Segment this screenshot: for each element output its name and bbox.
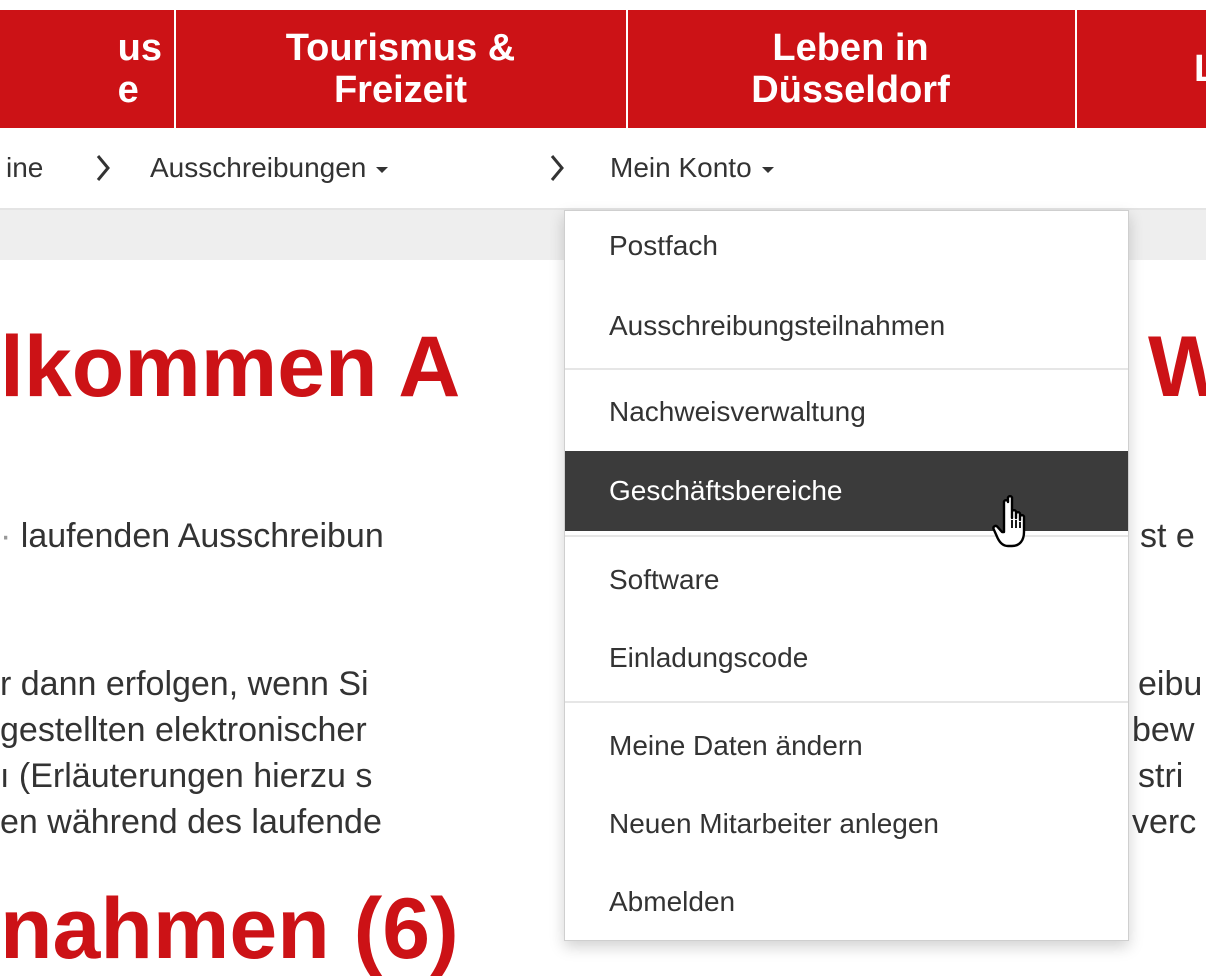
body-right-4: verc (1132, 803, 1197, 841)
chevron-right-icon (550, 155, 564, 181)
intro-text-right: st e (1140, 517, 1195, 555)
body-line-1: r dann erfolgen, wenn Si (0, 665, 369, 703)
nav-item-tourismus-freizeit[interactable]: Tourismus & Freizeit (176, 10, 625, 128)
participations-heading: nahmen (6) (0, 881, 459, 977)
text-cut-marker: · (0, 517, 12, 555)
body-line-3: ı (Erläuterungen hierzu s (0, 756, 372, 796)
menu-item-meine-daten-aendern[interactable]: Meine Daten ändern (565, 713, 1128, 779)
body-line-4: en während des laufende (0, 803, 382, 841)
menu-item-einladungscode[interactable]: Einladungscode (565, 625, 1128, 691)
intro-text-fragment: · laufenden Ausschreibun (0, 516, 384, 556)
caret-down-icon (376, 166, 389, 173)
main-navigation: us e Tourismus & Freizeit Leben in Düsse… (0, 10, 1206, 128)
intro-text-left: laufenden Ausschreibun (20, 517, 384, 555)
body-right-1: eibu (1138, 665, 1203, 703)
menu-item-abmelden[interactable]: Abmelden (565, 869, 1128, 935)
menu-divider (565, 701, 1128, 703)
body-right-3: stri (1138, 757, 1184, 795)
chevron-right-icon (96, 155, 110, 181)
nav-divider (1075, 10, 1077, 128)
welcome-heading: lkommen A (0, 319, 461, 415)
menu-item-nachweisverwaltung[interactable]: Nachweisverwaltung (565, 379, 1128, 445)
breadcrumb-item-partial[interactable]: ine (6, 152, 43, 184)
body-line-3-text: (Erläuterungen hierzu s (18, 757, 373, 795)
breadcrumb-item-mein-konto[interactable]: Mein Konto (610, 152, 774, 184)
nav-item-partial-left[interactable]: us e (0, 10, 172, 128)
caret-down-icon (761, 166, 774, 173)
menu-item-software[interactable]: Software (565, 547, 1128, 613)
welcome-heading-right-fragment: W (1148, 319, 1206, 415)
breadcrumb-item-ausschreibungen[interactable]: Ausschreibungen (150, 152, 389, 184)
menu-item-neuen-mitarbeiter-anlegen[interactable]: Neuen Mitarbeiter anlegen (565, 791, 1128, 857)
hand-pointer-icon (992, 495, 1026, 548)
mein-konto-dropdown-menu: Postfach Ausschreibungsteilnahmen Nachwe… (564, 210, 1129, 941)
menu-item-ausschreibungsteilnahmen[interactable]: Ausschreibungsteilnahmen (565, 293, 1128, 359)
nav-item-partial-right[interactable]: L (1194, 10, 1206, 128)
nav-item-leben-in-duesseldorf[interactable]: Leben in Düsseldorf (628, 10, 1073, 128)
breadcrumb: ine Ausschreibungen Mein Konto (0, 128, 1206, 208)
menu-divider (565, 368, 1128, 370)
menu-item-postfach[interactable]: Postfach (565, 213, 1128, 279)
body-right-2: bew (1132, 711, 1195, 749)
text-cut-marker: ı (0, 757, 10, 795)
body-line-2: gestellten elektronischer (0, 711, 367, 749)
breadcrumb-label: Mein Konto (610, 152, 752, 183)
breadcrumb-label: Ausschreibungen (150, 152, 367, 183)
